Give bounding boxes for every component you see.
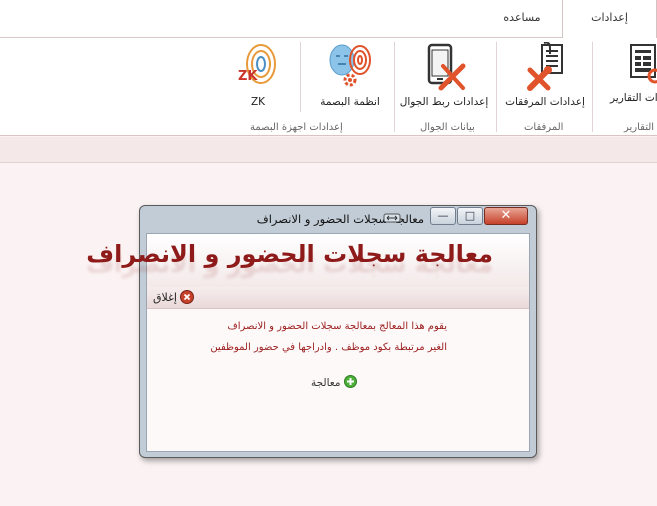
add-icon [343,375,357,388]
minimize-button[interactable]: — [430,207,456,225]
mobile-tools-icon [427,43,466,91]
fingerprint-systems-label: انظمة البصمة [320,96,380,108]
reports-settings-button[interactable]: إعدادات التقارير [610,42,657,114]
close-icon [180,290,195,304]
mobile-link-settings-label: إعدادات ربط الجوال [399,96,489,108]
zk-device-label: ZK [250,96,266,108]
process-label: معالجة [311,377,341,389]
attachment-tools-icon [527,42,563,91]
close-x-icon: ✕ [500,208,512,223]
tab-program-settings[interactable]: إعدادات البرنامج [562,0,657,60]
group-label-attachments: المرفقات [524,122,564,133]
ribbon-bottom-strip [0,137,657,163]
tab-help[interactable]: مساعده [487,0,557,38]
ribbon-panel: إعدادات التقارير التقارير إعدادات المرفق… [0,38,657,136]
description-line-2: الغير مرتبطة بكود موظف . وادراجها في حضو… [210,342,447,353]
group-label-fingerprint-devices: إعدادات اجهزة البصمة [250,122,343,133]
description-line-1: يقوم هذا المعالج بمعالجة سجلات الحضور و … [227,321,447,332]
maximize-icon: □ [464,209,476,222]
group-label-reports: التقارير [624,122,655,133]
process-button[interactable]: معالجة [311,375,357,389]
group-separator [496,42,497,132]
move-icon [383,213,401,223]
zk-device-button[interactable]: ZK ZK [228,42,288,114]
face-fingerprint-icon [329,44,371,87]
close-button[interactable]: إغلاق [153,290,195,304]
mobile-link-settings-button[interactable]: إعدادات ربط الجوال [398,42,490,114]
dialog-titlebar[interactable]: معالجة سجلات الحضور و الانصراف — □ ✕ [140,206,536,232]
dialog-toolbar: إغلاق [147,287,529,309]
minimize-icon: — [437,209,449,222]
dialog-client-area: معالجة سجلات الحضور و الانصراف إغلاق يقو… [86,233,530,452]
group-separator [394,42,395,132]
dialog-heading: معالجة سجلات الحضور و الانصراف [86,240,493,268]
maximize-button[interactable]: □ [457,207,483,225]
ribbon-tabs: إعدادات البرنامج مساعده [0,0,657,60]
dialog-header-band: معالجة سجلات الحضور و الانصراف [86,234,529,290]
group-label-mobile-data: بيانات الجوال [420,122,475,133]
svg-text:ZK: ZK [238,69,258,84]
button-separator [300,42,301,112]
fingerprint-systems-button[interactable]: انظمة البصمة [310,42,390,114]
zk-fingerprint-icon: ZK [238,44,276,84]
attachments-settings-label: إعدادات المرفقات [505,96,585,108]
attachments-settings-button[interactable]: إعدادات المرفقات [500,42,590,114]
close-label: إغلاق [153,291,177,304]
report-icon [630,44,657,84]
window-close-button[interactable]: ✕ [484,207,528,225]
processing-dialog: معالجة سجلات الحضور و الانصراف — □ ✕ معا… [86,205,537,458]
reports-settings-label: إعدادات التقارير [610,92,657,104]
group-separator [592,42,593,132]
